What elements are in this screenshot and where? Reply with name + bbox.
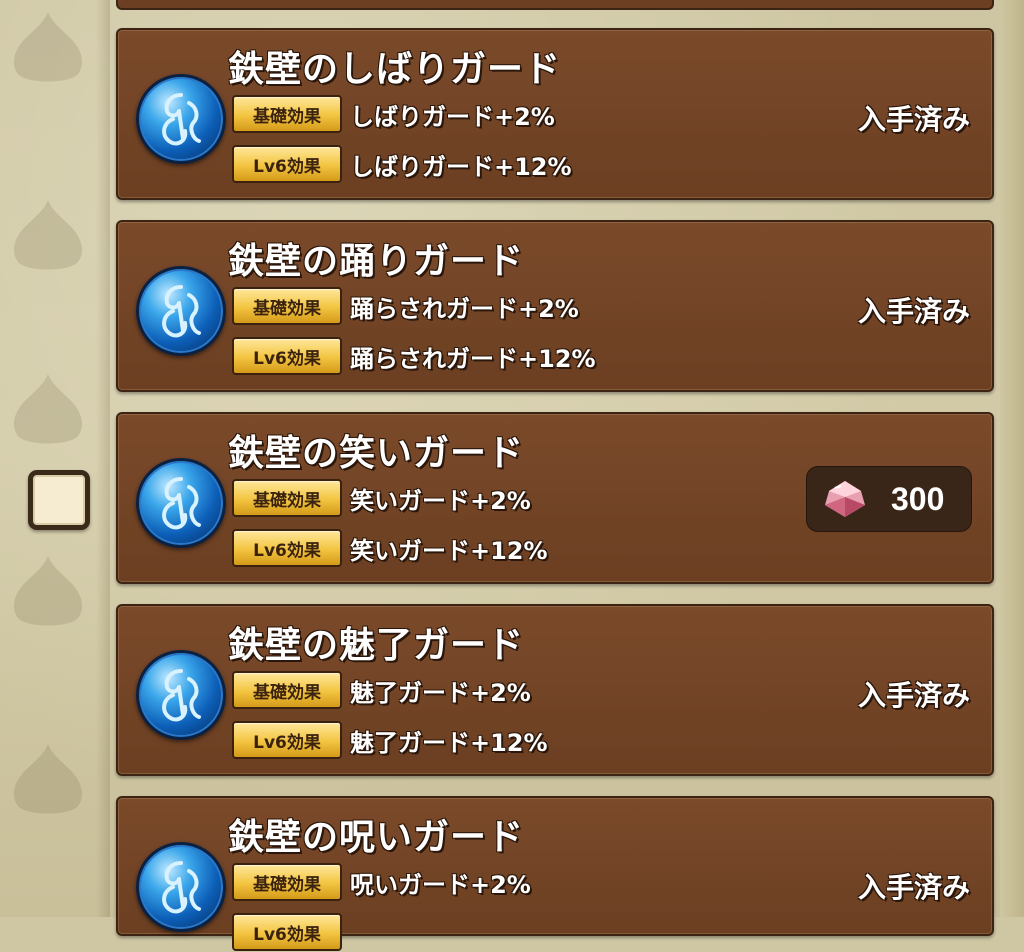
guard-orb-icon (136, 458, 226, 548)
skill-title: 鉄壁の踊りガード (228, 241, 525, 282)
base-effect-text: 踊らされガード+2% (350, 294, 579, 323)
skill-card[interactable]: 鉄壁の笑いガード 基礎効果 笑いガード+2% Lv6効果 笑いガード+12% 3… (116, 412, 994, 584)
lv6-effect-row: Lv6効果 しばりガード+12% (232, 144, 572, 184)
slime-silhouette-icon (8, 370, 88, 448)
skill-title: 鉄壁の笑いガード (228, 433, 525, 474)
lv6-effect-tag: Lv6効果 (232, 337, 342, 375)
right-rail (1000, 0, 1024, 917)
lv6-effect-row: Lv6効果 (232, 912, 342, 952)
skill-title: 鉄壁のしばりガード (228, 49, 562, 90)
purchase-price-button[interactable]: 300 (806, 466, 972, 532)
acquired-status: 入手済み (857, 295, 970, 328)
base-effect-row: 基礎効果 踊らされガード+2% (232, 286, 579, 326)
rail-shadow (96, 0, 110, 917)
base-effect-text: 魅了ガード+2% (350, 678, 531, 707)
base-effect-row: 基礎効果 呪いガード+2% (232, 862, 531, 902)
guard-orb-icon (136, 74, 226, 164)
gem-icon (821, 479, 869, 519)
slime-silhouette-icon (8, 196, 88, 274)
price-value: 300 (891, 480, 945, 517)
guard-orb-icon (136, 650, 226, 740)
skill-card[interactable]: 鉄壁の呪いガード 基礎効果 呪いガード+2% Lv6効果 入手済み (116, 796, 994, 951)
lv6-effect-tag: Lv6効果 (232, 529, 342, 567)
base-effect-tag: 基礎効果 (232, 671, 342, 709)
lv6-effect-tag: Lv6効果 (232, 721, 342, 759)
acquired-status: 入手済み (857, 103, 970, 136)
guard-orb-icon (136, 266, 226, 356)
lv6-effect-row: Lv6効果 笑いガード+12% (232, 528, 548, 568)
skill-title: 鉄壁の呪いガード (228, 817, 525, 858)
slime-silhouette-icon (8, 8, 88, 86)
base-effect-row: 基礎効果 魅了ガード+2% (232, 670, 531, 710)
skill-card[interactable]: 鉄壁の踊りガード 基礎効果 踊らされガード+2% Lv6効果 踊らされガード+1… (116, 220, 994, 392)
lv6-effect-text: 踊らされガード+12% (350, 344, 596, 373)
select-checkbox[interactable] (28, 470, 90, 530)
base-effect-text: 呪いガード+2% (350, 870, 531, 899)
base-effect-tag: 基礎効果 (232, 479, 342, 517)
previous-skill-card[interactable] (116, 0, 994, 10)
lv6-effect-text: しばりガード+12% (350, 152, 572, 181)
acquired-status: 入手済み (857, 679, 970, 712)
lv6-effect-row: Lv6効果 踊らされガード+12% (232, 336, 596, 376)
lv6-effect-tag: Lv6効果 (232, 913, 342, 951)
slime-silhouette-icon (8, 552, 88, 630)
lv6-effect-text: 笑いガード+12% (350, 536, 548, 565)
skill-card[interactable]: 鉄壁のしばりガード 基礎効果 しばりガード+2% Lv6効果 しばりガード+12… (116, 28, 994, 200)
base-effect-text: 笑いガード+2% (350, 486, 531, 515)
guard-orb-icon (136, 842, 226, 932)
lv6-effect-row: Lv6効果 魅了ガード+12% (232, 720, 548, 760)
base-effect-tag: 基礎効果 (232, 287, 342, 325)
base-effect-tag: 基礎効果 (232, 863, 342, 901)
base-effect-row: 基礎効果 笑いガード+2% (232, 478, 531, 518)
slime-silhouette-icon (8, 740, 88, 818)
acquired-status: 入手済み (857, 871, 970, 904)
base-effect-tag: 基礎効果 (232, 95, 342, 133)
skill-card[interactable]: 鉄壁の魅了ガード 基礎効果 魅了ガード+2% Lv6効果 魅了ガード+12% 入… (116, 604, 994, 776)
lv6-effect-text: 魅了ガード+12% (350, 728, 548, 757)
lv6-effect-tag: Lv6効果 (232, 145, 342, 183)
skill-title: 鉄壁の魅了ガード (228, 625, 525, 666)
base-effect-row: 基礎効果 しばりガード+2% (232, 94, 555, 134)
base-effect-text: しばりガード+2% (350, 102, 555, 131)
